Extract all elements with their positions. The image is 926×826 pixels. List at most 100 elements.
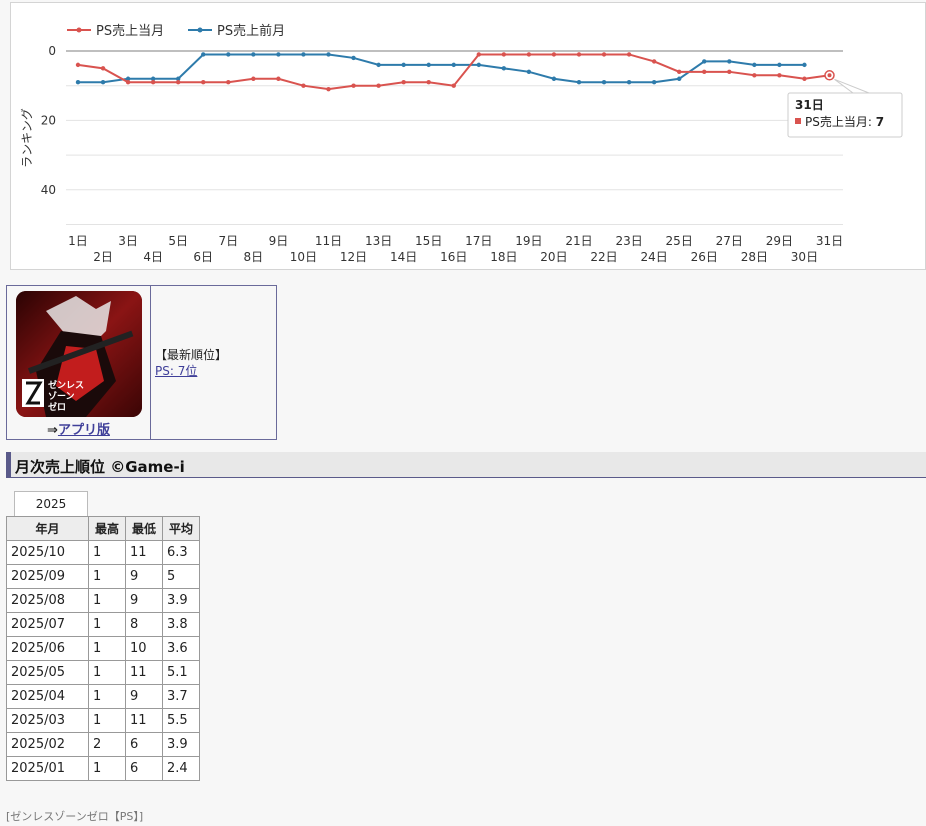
data-point (75, 80, 81, 85)
data-point (276, 52, 281, 57)
data-point (601, 80, 607, 85)
x-tick-label: 27日 (716, 234, 743, 248)
app-info-box: ゼンレス ゾーン ゼロ ⇒アプリ版 【最新順位】 PS: 7位 (6, 285, 277, 440)
x-tick-label: 5日 (168, 234, 188, 248)
header-best: 最高 (88, 516, 126, 541)
cell-month: 2025/02 (6, 732, 89, 757)
data-point (777, 62, 782, 68)
latest-rank-cell: 【最新順位】 PS: 7位 (155, 347, 227, 379)
header-month: 年月 (6, 516, 89, 541)
data-point (150, 80, 156, 85)
data-point (501, 52, 507, 57)
data-point (176, 80, 181, 85)
cell-worst: 11 (125, 660, 163, 685)
app-icon[interactable]: ゼンレス ゾーン ゼロ (16, 291, 142, 417)
data-point (526, 52, 532, 57)
x-tick-label: 30日 (791, 250, 818, 264)
cell-worst: 8 (125, 612, 163, 637)
x-tick-label: 10日 (290, 250, 317, 264)
cell-worst: 11 (125, 708, 163, 733)
header-average: 平均 (162, 516, 200, 541)
table-row: 2025/04 1 9 3.7 (6, 684, 200, 709)
x-tick-label: 19日 (515, 234, 542, 248)
data-point (401, 80, 406, 85)
data-point (626, 80, 632, 85)
data-point (476, 52, 481, 57)
data-point (125, 80, 131, 85)
data-point (651, 80, 657, 85)
x-tick-label: 31日 (816, 234, 843, 248)
data-point (351, 83, 356, 88)
ranking-chart: 0 20 40 ランキング 1日 2日 3日 4日 5日 6日 7日 8日 9日 10日 11日 12日 13日… (10, 2, 926, 270)
cell-worst: 10 (125, 636, 163, 661)
cell-best: 1 (88, 708, 126, 733)
data-point (677, 69, 682, 75)
legend-marker (76, 27, 82, 33)
cell-average: 3.8 (162, 612, 200, 637)
tooltip-title: 31日 (795, 98, 824, 112)
table-row: 2025/02 2 6 3.9 (6, 732, 200, 757)
series-line-previous (78, 53, 805, 84)
data-point (276, 76, 281, 81)
data-point (100, 80, 106, 85)
data-point (576, 52, 582, 57)
cell-month: 2025/10 (6, 540, 89, 565)
x-tick-label: 16日 (440, 250, 467, 264)
latest-rank-link[interactable]: PS: 7位 (155, 364, 197, 378)
table-row: 2025/09 1 9 5 (6, 564, 200, 589)
x-tick-label: 13日 (365, 234, 392, 248)
data-point (301, 52, 306, 57)
data-point (501, 66, 507, 71)
cell-worst: 9 (125, 684, 163, 709)
cell-average: 5.1 (162, 660, 200, 685)
data-point (702, 59, 707, 64)
tooltip-separator: : (868, 115, 876, 129)
data-point (326, 86, 331, 92)
ranking-line-chart: 0 20 40 ランキング 1日 2日 3日 4日 5日 6日 7日 8日 9日10日 11日 12日 13日… (20, 23, 903, 264)
cell-best: 1 (88, 588, 126, 613)
data-point (551, 52, 557, 57)
tooltip-series: PS売上当月: 7 (805, 114, 884, 129)
year-tab-2025[interactable]: 2025 (14, 491, 88, 516)
data-point (401, 62, 406, 68)
y-tick-label: 20 (41, 113, 56, 127)
y-tick-label: 0 (48, 44, 56, 58)
cell-month: 2025/09 (6, 564, 89, 589)
tooltip-series-name: PS売上当月 (805, 114, 868, 129)
svg-text:ゾーン: ゾーン (48, 390, 75, 402)
cell-month: 2025/05 (6, 660, 89, 685)
x-tick-label: 17日 (465, 234, 492, 248)
cell-best: 1 (88, 660, 126, 685)
legend-label: PS売上前月 (217, 23, 285, 39)
cell-average: 5 (162, 564, 200, 589)
x-tick-label: 14日 (390, 250, 417, 264)
cell-average: 2.4 (162, 756, 200, 781)
breadcrumb[interactable]: [ゼンレスゾーンゼロ【PS】] (6, 808, 143, 824)
table-row: 2025/06 1 10 3.6 (6, 636, 200, 661)
tooltip-swatch (795, 118, 801, 124)
x-tick-label: 18日 (490, 250, 517, 264)
data-point (251, 52, 256, 57)
data-point (376, 62, 381, 68)
data-point (551, 76, 557, 81)
x-tick-label: 1日 (68, 234, 88, 248)
data-point (802, 62, 807, 68)
cell-best: 1 (88, 636, 126, 661)
svg-text:ゼンレス: ゼンレス (48, 379, 84, 391)
latest-rank-heading: 【最新順位】 (155, 348, 228, 362)
data-point (576, 80, 582, 85)
legend-label: PS売上当月 (96, 23, 164, 39)
data-point (326, 52, 331, 57)
app-icon-cell: ゼンレス ゾーン ゼロ ⇒アプリ版 (7, 286, 151, 439)
cell-best: 1 (88, 564, 126, 589)
x-tick-label: 11日 (315, 234, 342, 248)
x-tick-label: 23日 (615, 234, 642, 248)
section-header: 月次売上順位 ©Game-i (6, 452, 926, 478)
cell-worst: 11 (125, 540, 163, 565)
cell-best: 1 (88, 540, 126, 565)
x-tick-label: 29日 (766, 234, 793, 248)
x-tick-label: 21日 (565, 234, 592, 248)
app-version-link[interactable]: アプリ版 (58, 423, 110, 438)
x-tick-label: 9日 (269, 234, 289, 248)
cell-worst: 6 (125, 732, 163, 757)
